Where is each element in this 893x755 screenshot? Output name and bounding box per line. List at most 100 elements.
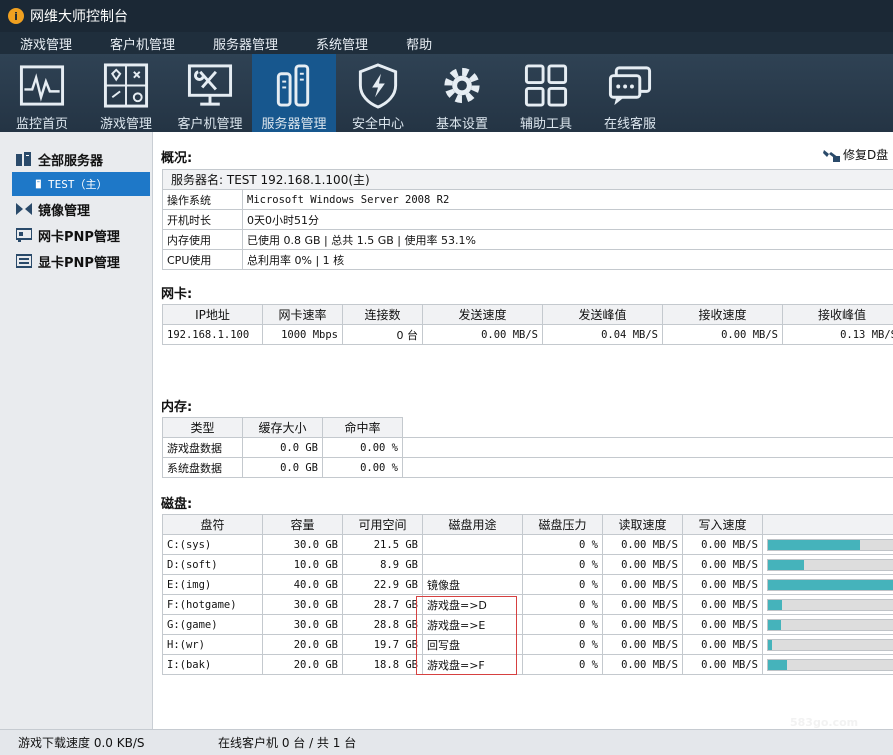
menu-client[interactable]: 客户机管理 (90, 34, 193, 53)
table-row: 服务器名: TEST 192.168.1.100(主) (162, 169, 893, 190)
table-row: 192.168.1.100 1000 Mbps 0 台 0.00 MB/S 0.… (162, 324, 893, 345)
disk-usage-bar (767, 578, 893, 591)
table-cell: 操作系统 (162, 189, 243, 210)
window-title: 网维大师控制台 (30, 9, 128, 25)
disk-usage-fill (768, 559, 804, 570)
toolbar-client-manage[interactable]: 客户机管理 (168, 54, 252, 132)
watermark-text: 583go.com (790, 716, 859, 729)
download-speed-status: 游戏下载速度 0.0 KB/S (18, 736, 145, 750)
toolbar-server-manage[interactable]: 服务器管理 (252, 54, 336, 132)
network-card-icon (16, 228, 32, 242)
table-cell: 0.00 % (322, 437, 403, 458)
table-cell: 镜像盘 (422, 574, 523, 595)
table-cell: 0.00 MB/S (422, 324, 543, 345)
sidebar-item-nic-pnp[interactable]: 网卡PNP管理 (0, 222, 152, 248)
table-cell: 20.0 GB (262, 634, 343, 655)
column-header: 命中率 (322, 417, 403, 438)
table-cell: 0.00 MB/S (682, 534, 763, 555)
toolbar-label: 安全中心 (351, 117, 404, 132)
nic-table: IP地址 网卡速率 连接数 发送速度 发送峰值 接收速度 接收峰值 192.16… (162, 304, 893, 345)
toolbar-online-service[interactable]: 在线客服 (588, 54, 672, 132)
sidebar-item-test-server[interactable]: TEST（主） (12, 172, 150, 196)
table-header-row: 盘符 容量 可用空间 磁盘用途 磁盘压力 读取速度 写入速度 (162, 514, 893, 535)
table-cell: 0 % (522, 654, 603, 675)
grid-icon (524, 64, 568, 107)
table-row: CPU使用 总利用率 0% | 1 核 (162, 249, 893, 270)
sidebar-item-image-manage[interactable]: 镜像管理 (0, 196, 152, 222)
column-header: 盘符 (162, 514, 263, 535)
sidebar-item-all-servers[interactable]: 全部服务器 (0, 146, 152, 172)
table-cell: H:(wr) (162, 634, 263, 655)
table-cell: 0.0 GB (242, 457, 323, 478)
monitor-icon (19, 65, 65, 106)
disk-usage-fill (768, 619, 781, 630)
overview-table: 服务器名: TEST 192.168.1.100(主) 操作系统 Microsof… (162, 169, 893, 270)
column-header: 缓存大小 (242, 417, 323, 438)
table-cell: D:(soft) (162, 554, 263, 575)
table-cell: 游戏盘数据 (162, 437, 243, 458)
toolbar-label: 客户机管理 (177, 117, 243, 132)
table-cell: 28.7 GB (342, 594, 423, 615)
table-cell: G:(game) (162, 614, 263, 635)
memory-table: 类型 缓存大小 命中率 游戏盘数据 0.0 GB 0.00 % 系统盘数据 0.… (162, 417, 893, 478)
disk-table: 盘符 容量 可用空间 磁盘用途 磁盘压力 读取速度 写入速度 C:(sys) 30… (162, 514, 893, 675)
table-cell: Microsoft Windows Server 2008 R2 (242, 189, 893, 210)
disk-usage-bar (767, 658, 893, 671)
column-header: 读取速度 (602, 514, 683, 535)
usage-bar-cell (762, 594, 893, 615)
main-panel: 概况: 修复D盘 服务器名: TEST 192.168.1.100(主) 操作系… (153, 132, 893, 729)
app-logo-icon: i (8, 8, 24, 24)
main-toolbar: 监控首页 游戏管理 客户机管理 服务器管理 安全中心 基本设置 辅助工具 在线客… (0, 54, 893, 132)
watermark: 583go.com (790, 716, 858, 729)
toolbar-basic-settings[interactable]: 基本设置 (420, 54, 504, 132)
table-cell: 0.00 MB/S (602, 614, 683, 635)
menu-game[interactable]: 游戏管理 (0, 34, 90, 53)
table-cell: F:(hotgame) (162, 594, 263, 615)
table-row: E:(img) 40.0 GB 22.9 GB 镜像盘 0 % 0.00 MB/S 0.00… (162, 574, 893, 595)
disk-title: 磁盘: (161, 497, 193, 512)
client-tools-icon (187, 64, 233, 106)
overview-title: 概况: (161, 151, 193, 166)
table-header-row: 类型 缓存大小 命中率 (162, 417, 893, 438)
menu-help[interactable]: 帮助 (386, 34, 450, 53)
table-cell: 0.00 MB/S (682, 634, 763, 655)
table-cell: 0.00 MB/S (682, 574, 763, 595)
table-cell: 0 % (522, 594, 603, 615)
disk-usage-fill (768, 659, 788, 670)
table-cell: 0.04 MB/S (542, 324, 663, 345)
table-cell: 0 % (522, 554, 603, 575)
repair-d-disk-button[interactable]: 修复D盘 (823, 146, 888, 163)
table-cell: CPU使用 (162, 249, 243, 270)
toolbar-game-manage[interactable]: 游戏管理 (84, 54, 168, 132)
toolbar-label: 基本设置 (435, 117, 488, 132)
menu-server[interactable]: 服务器管理 (193, 34, 296, 53)
table-cell: 30.0 GB (262, 594, 343, 615)
sidebar-item-gpu-pnp[interactable]: 显卡PNP管理 (0, 248, 152, 274)
usage-header (762, 514, 893, 535)
usage-bar-cell (762, 614, 893, 635)
sidebar-item-label: 镜像管理 (38, 203, 91, 219)
table-cell: 8.9 GB (342, 554, 423, 575)
title-bar: i 网维大师控制台 (0, 0, 893, 32)
table-cell: 0.00 MB/S (602, 554, 683, 575)
table-cell: 0.13 MB/S (782, 324, 893, 345)
table-row: F:(hotgame) 30.0 GB 28.7 GB 游戏盘=>D 0 % 0.00 M… (162, 594, 893, 615)
table-cell: 开机时长 (162, 209, 243, 230)
usage-bar-cell (762, 634, 893, 655)
menu-system[interactable]: 系统管理 (296, 34, 386, 53)
table-cell: 30.0 GB (262, 614, 343, 635)
table-cell (422, 554, 523, 575)
filler (402, 437, 893, 458)
toolbar-monitor-home[interactable]: 监控首页 (0, 54, 84, 132)
toolbar-security-center[interactable]: 安全中心 (336, 54, 420, 132)
toolbar-aux-tools[interactable]: 辅助工具 (504, 54, 588, 132)
table-cell: 0.00 MB/S (662, 324, 783, 345)
table-cell: 192.168.1.100 (162, 324, 263, 345)
table-cell: 0 % (522, 614, 603, 635)
table-cell: 0.00 MB/S (682, 594, 763, 615)
toolbar-label: 监控首页 (15, 117, 68, 132)
usage-bar-cell (762, 574, 893, 595)
sidebar-item-label: 网卡PNP管理 (38, 229, 120, 245)
table-cell: E:(img) (162, 574, 263, 595)
repair-label: 修复D盘 (843, 148, 889, 162)
